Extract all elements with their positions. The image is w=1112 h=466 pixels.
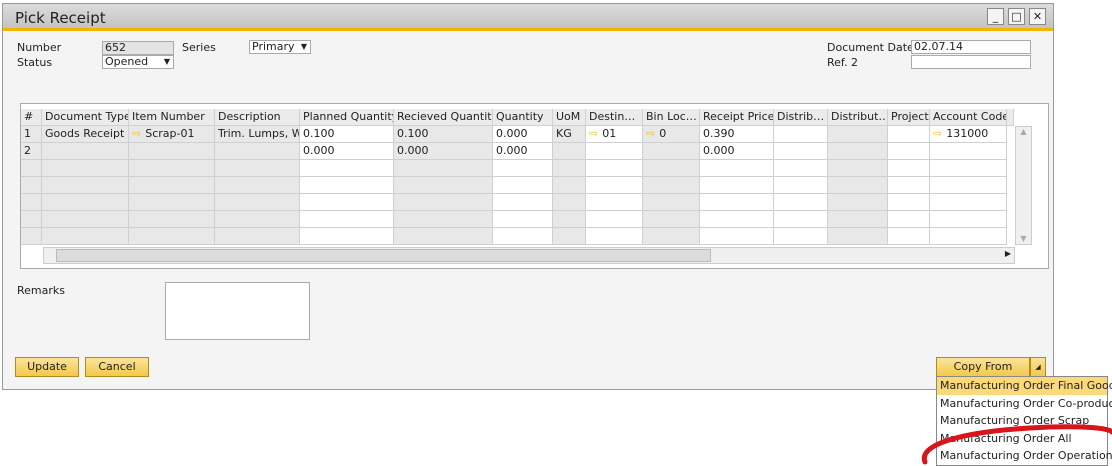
red-highlight-annotation — [921, 424, 1112, 465]
